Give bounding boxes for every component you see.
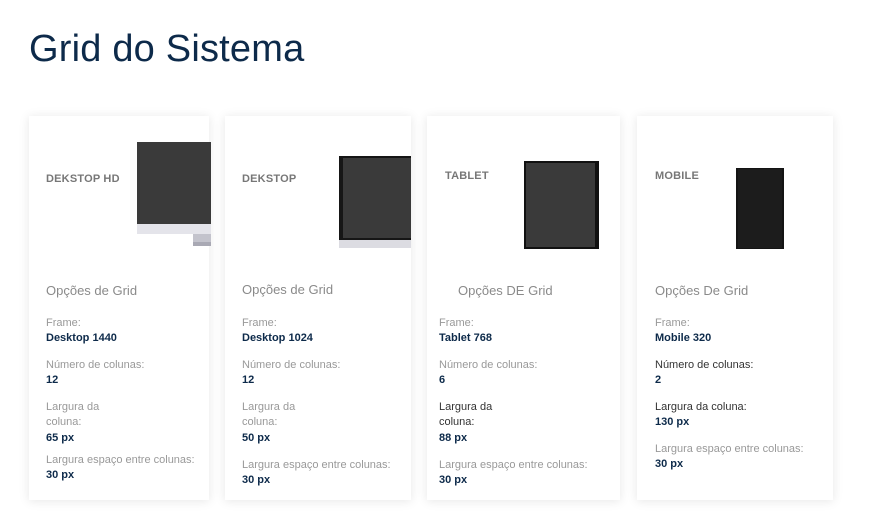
imac-icon bbox=[137, 142, 211, 246]
card-desktop: DEKSTOP Opções de Grid Frame: Desktop 10… bbox=[225, 116, 411, 500]
grid-system-page: Grid do Sistema DEKSTOP HD Opções de Gri… bbox=[0, 0, 878, 521]
frame-label: Frame: bbox=[242, 317, 277, 329]
card-tablet: TABLET Opções DE Grid Frame: Tablet 768 … bbox=[427, 116, 620, 500]
card-title: DEKSTOP bbox=[242, 173, 297, 185]
columns-label: Número de colunas: bbox=[655, 359, 754, 371]
card-desktop-hd: DEKSTOP HD Opções de Grid Frame: Desktop… bbox=[29, 116, 211, 500]
card-title: MOBILE bbox=[655, 170, 699, 182]
grid-options-title: Opções De Grid bbox=[655, 283, 749, 298]
page-title: Grid do Sistema bbox=[29, 28, 305, 70]
column-width-value: 88 px bbox=[439, 432, 468, 444]
frame-label: Frame: bbox=[439, 317, 474, 329]
frame-label: Frame: bbox=[655, 317, 690, 329]
column-width-label: Largura da bbox=[242, 401, 296, 413]
tablet-icon bbox=[524, 161, 599, 249]
column-width-label-cont: coluna: bbox=[439, 416, 475, 428]
frame-value: Mobile 320 bbox=[655, 332, 712, 344]
columns-label: Número de colunas: bbox=[242, 359, 341, 371]
gutter-value: 30 px bbox=[655, 458, 684, 470]
gutter-label: Largura espaço entre colunas: bbox=[439, 459, 588, 471]
column-width-label-cont: coluna: bbox=[46, 416, 82, 428]
gutter-value: 30 px bbox=[46, 469, 75, 481]
grid-options-title: Opções DE Grid bbox=[458, 283, 553, 298]
column-width-label-cont: coluna: bbox=[242, 416, 278, 428]
column-width-label: Largura da coluna: bbox=[655, 401, 747, 413]
card-title: TABLET bbox=[445, 170, 489, 182]
card-mobile: MOBILE Opções De Grid Frame: Mobile 320 … bbox=[637, 116, 833, 500]
frame-label: Frame: bbox=[46, 317, 81, 329]
column-width-value: 130 px bbox=[655, 416, 690, 428]
columns-value: 2 bbox=[655, 374, 662, 386]
column-width-value: 65 px bbox=[46, 432, 75, 444]
columns-value: 12 bbox=[242, 374, 255, 386]
laptop-icon bbox=[339, 156, 411, 248]
columns-label: Número de colunas: bbox=[439, 359, 538, 371]
frame-value: Desktop 1440 bbox=[46, 332, 117, 344]
frame-value: Tablet 768 bbox=[439, 332, 492, 344]
column-width-label: Largura da bbox=[46, 401, 100, 413]
column-width-label: Largura da bbox=[439, 401, 493, 413]
phone-icon bbox=[736, 168, 784, 249]
columns-value: 6 bbox=[439, 374, 446, 386]
gutter-value: 30 px bbox=[242, 474, 271, 486]
column-width-value: 50 px bbox=[242, 432, 271, 444]
grid-options-title: Opções de Grid bbox=[242, 282, 334, 297]
frame-value: Desktop 1024 bbox=[242, 332, 313, 344]
gutter-label: Largura espaço entre colunas: bbox=[46, 454, 195, 466]
card-title: DEKSTOP HD bbox=[46, 173, 120, 185]
grid-options-title: Opções de Grid bbox=[46, 283, 138, 298]
columns-value: 12 bbox=[46, 374, 59, 386]
gutter-value: 30 px bbox=[439, 474, 468, 486]
gutter-label: Largura espaço entre colunas: bbox=[655, 443, 804, 455]
gutter-label: Largura espaço entre colunas: bbox=[242, 459, 391, 471]
columns-label: Número de colunas: bbox=[46, 359, 145, 371]
